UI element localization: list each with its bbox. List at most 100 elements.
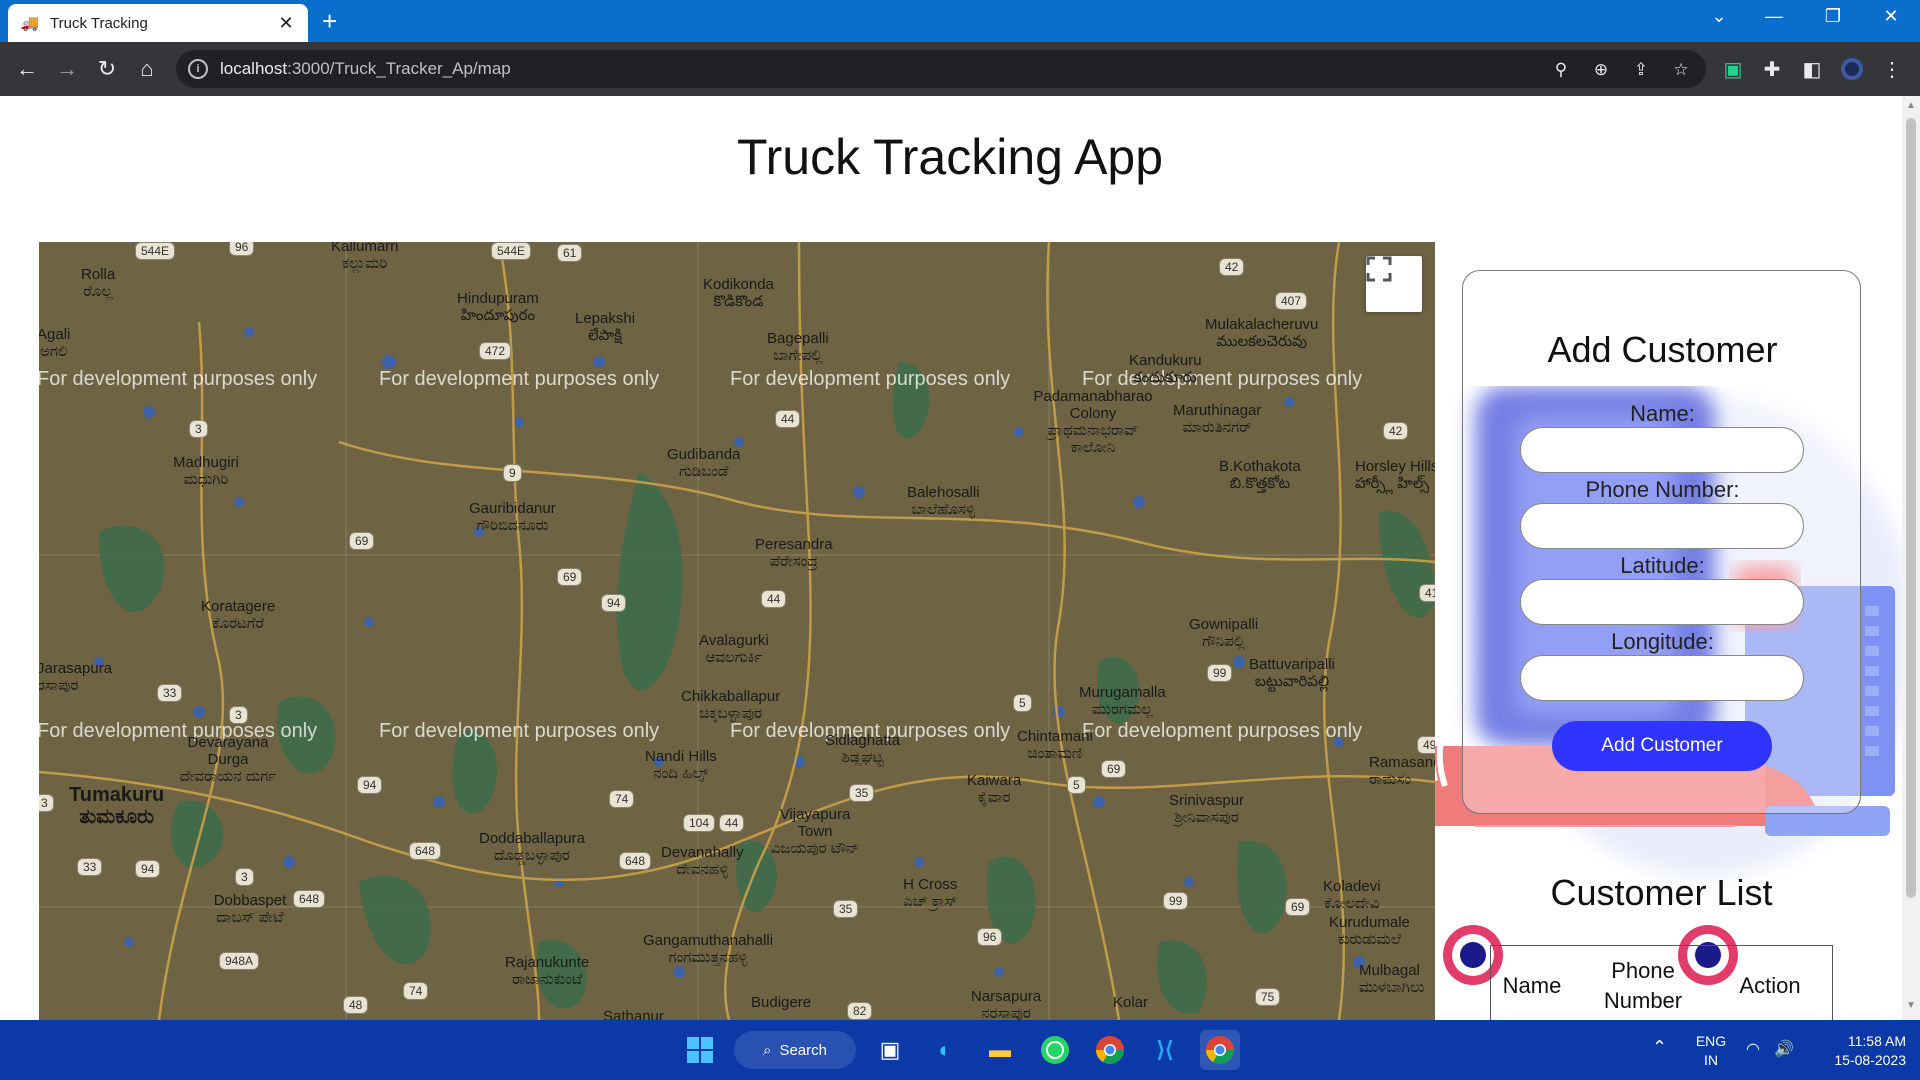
home-icon[interactable]: ⌂ [134,56,160,82]
road-shield: 69 [349,532,375,550]
road-shield: 74 [609,790,635,808]
menu-icon[interactable]: ⋮ [1879,56,1905,82]
zoom-icon[interactable]: ⊕ [1590,59,1612,81]
scroll-down-icon[interactable]: ▼ [1902,1000,1920,1016]
browser-tab[interactable]: 🚚 Truck Tracking ✕ [8,4,308,42]
road-shield: 96 [977,928,1003,946]
road-shield: 3 [189,420,208,438]
road-shield: 69 [1101,760,1127,778]
latitude-input[interactable] [1520,579,1804,625]
page-scrollbar[interactable]: ▲ ▼ [1902,96,1920,1020]
map-place-label: Srinivaspur ಶ್ರೀನಿವಾಸಪುರ [1169,792,1245,826]
road-shield: 3 [235,868,254,886]
tab-search-chevron-icon[interactable]: ⌄ [1704,6,1734,27]
sidepanel-icon[interactable]: ◧ [1799,56,1825,82]
map-place-label: Sidlaghatta ಶಿಡ್ಲಘಟ್ಟ [825,732,901,766]
start-icon[interactable] [680,1030,720,1070]
edge-icon[interactable]: ◐ [925,1030,965,1070]
map-place-label: Gauribidanur ಗೌರಿಬಿದನೂರು [469,500,556,534]
address-bar[interactable]: i localhost:3000/Truck_Tracker_Ap/map ⚲ … [176,50,1706,88]
search-icon: ⌕ [763,1041,772,1059]
map-place-label: B.Kothakota బి.కొత్తకోట [1219,458,1301,492]
map-place-label: Nandi Hills ನಂದಿ ಹಿಲ್ಸ್ [645,748,717,782]
road-shield: 948A [219,952,260,970]
taskbar-search[interactable]: ⌕ Search [734,1031,856,1069]
map-place-label: Chintamani ಚಿಂತಾಮಣಿ [1017,728,1093,762]
road-shield: 44 [775,410,801,428]
name-input[interactable] [1520,427,1804,473]
form-title: Add Customer [1547,329,1778,370]
map-place-label: Chikkaballapur ಚಿಕ್ಕಬಳ್ಳಾಪುರ [681,688,781,722]
road-shield: 648 [619,852,652,870]
road-shield: 544E [491,242,532,260]
map-place-label: Koratagere ಕೊರಟಗೆರೆ [201,598,276,632]
road-shield: 94 [135,860,161,878]
map-watermark: For development purposes only [1082,720,1363,742]
map-watermark: For development purposes only [39,368,318,390]
url-text[interactable]: localhost:3000/Truck_Tracker_Ap/map [220,59,511,79]
scroll-thumb[interactable] [1906,118,1916,898]
road-shield: 48 [343,996,369,1014]
volume-icon[interactable]: 🔊 [1774,1040,1794,1059]
road-shield: 5 [1013,694,1032,712]
restore-icon[interactable]: ❐ [1818,6,1848,27]
tab-close-icon[interactable]: ✕ [276,13,296,34]
scroll-up-icon[interactable]: ▲ [1902,100,1920,116]
road-shield: 472 [479,342,512,360]
whatsapp-icon[interactable] [1035,1030,1075,1070]
map-place-label: Gangamuthanahalli ಗಂಗಮುತ್ತನಹಳ್ಳಿ [643,932,774,966]
forward-icon[interactable]: → [54,56,80,82]
back-icon[interactable]: ← [14,56,40,82]
site-info-icon[interactable]: i [188,59,208,79]
road-shield: 648 [409,842,442,860]
file-explorer-icon[interactable]: ▬ [980,1030,1020,1070]
road-shield: 94 [601,594,627,612]
tray-chevron-icon[interactable]: ⌃ [1652,1038,1667,1057]
road-shield: 42 [1383,422,1409,440]
add-customer-button[interactable]: Add Customer [1552,721,1772,771]
map-place-label: Vijayapura Town ವಿಜಯಪುರ ಟೌನ್ [770,806,860,857]
wifi-icon[interactable]: ◠ [1746,1040,1760,1059]
vscode-icon[interactable]: ⟩⟨ [1145,1030,1185,1070]
task-view-icon[interactable]: ▣ [870,1030,910,1070]
star-icon[interactable]: ☆ [1670,59,1692,81]
minimize-icon[interactable]: — [1759,6,1789,27]
longitude-input[interactable] [1520,655,1804,701]
new-tab-button[interactable]: + [322,8,337,34]
road-shield: 69 [1285,898,1311,916]
road-shield: 82 [847,1002,873,1020]
map-place-label: H Cross ಎಚ್ ಕ್ರಾಸ್ [903,876,958,910]
map-place-label: Murugamalla ಮುರಗಮಲ್ಲ [1079,684,1166,718]
map-place-label: Hindupuram హిందూపురం [457,290,539,324]
page-title: Truck Tracking App [736,129,1164,185]
map[interactable]: For development purposes only For develo… [39,242,1435,1020]
map-place-label: Kurudumale ಕುರುಡುಮಲೆ [1329,914,1410,948]
profile-icon[interactable] [1839,56,1865,82]
fullscreen-button[interactable] [1366,256,1422,312]
map-place-label: Bagepalli ಬಾಗೇಪಲ್ಲಿ [767,330,829,364]
puzzle-icon[interactable]: ✚ [1759,56,1785,82]
phone-input[interactable] [1520,503,1804,549]
map-place-label: Budigere [751,994,812,1011]
customer-table: Name Phone Number Action [1490,945,1833,1020]
map-place-label: Doddaballapura ದೊಡ್ಡಬಳ್ಳಾಪುರ [479,830,585,864]
chrome-icon[interactable] [1090,1030,1130,1070]
map-place-label: Narsapura ನರಸಾಪುರ [971,988,1042,1020]
share-icon[interactable]: ⇪ [1630,59,1652,81]
road-shield: 44 [761,590,787,608]
map-place-label: Kolar [1113,994,1149,1011]
road-shield: 407 [1275,292,1308,310]
road-shield: 35 [849,784,875,802]
map-place-label: Mulbagal ಮುಳಬಾಗಿಲು [1359,962,1425,996]
road-shield: 99 [1207,664,1233,682]
location-icon[interactable]: ⚲ [1550,59,1572,81]
map-place-label: Kodikonda కొడికొండ [703,276,774,310]
chrome-active-icon[interactable] [1200,1030,1240,1070]
road-shield: 49 [1417,736,1435,754]
extension-icon[interactable]: ▣ [1720,56,1746,82]
clock[interactable]: 11:58 AM 15-08-2023 [1806,1032,1906,1070]
map-place-label: Rolla ರೊಲ್ಲ [81,266,116,300]
close-window-icon[interactable]: ✕ [1876,6,1906,27]
language-indicator[interactable]: ENG IN [1694,1032,1728,1070]
reload-icon[interactable]: ↻ [94,56,120,82]
